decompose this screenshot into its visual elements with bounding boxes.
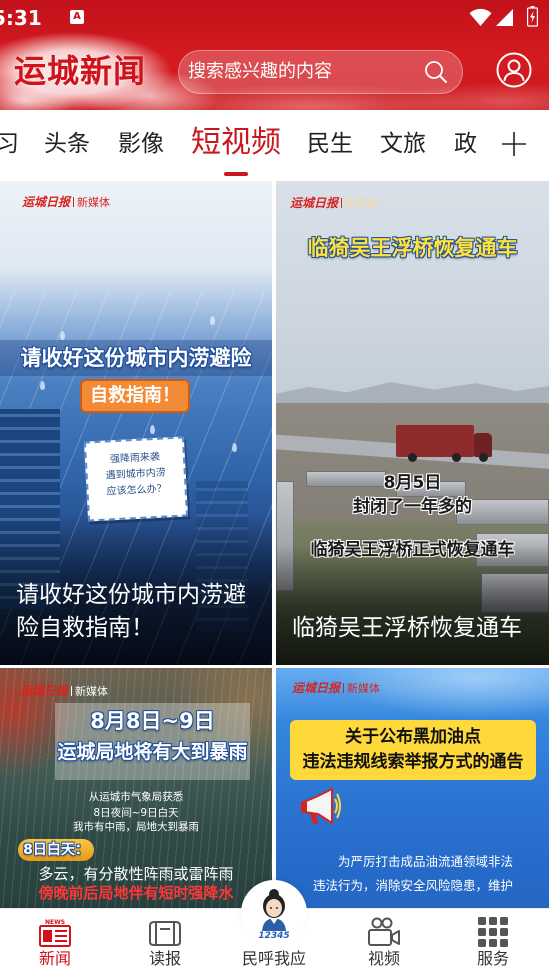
nav-label: 民呼我应 bbox=[241, 949, 306, 968]
brand-sub: 新媒体 bbox=[347, 682, 381, 695]
video-icon bbox=[368, 917, 400, 946]
notice-body-line: 违法行为，消除安全风险隐患，维护 bbox=[313, 878, 514, 893]
services-grid-icon bbox=[478, 917, 508, 947]
cover-brand: 运城日报 新媒体 bbox=[22, 194, 110, 210]
video-card[interactable]: 运城日报 新媒体 关于公布黑加油点 违法违规线索举报方式的通告 为严厉打击成品油流… bbox=[276, 668, 549, 908]
rain-drop bbox=[150, 425, 155, 434]
brand-name: 运城日报 bbox=[22, 195, 71, 209]
brand-name: 运城日报 bbox=[292, 681, 341, 695]
newspaper-icon bbox=[149, 921, 181, 946]
truck-wheel bbox=[408, 453, 417, 462]
cover-line: 8月5日 bbox=[383, 473, 442, 493]
rain-drop bbox=[60, 331, 65, 340]
app-header: 5:31 A 运城新闻 搜索感兴趣的内容 bbox=[0, 0, 549, 110]
nav-label: 新闻 bbox=[38, 949, 71, 968]
truck-wheel bbox=[452, 453, 461, 462]
wifi-icon bbox=[469, 8, 492, 26]
rain-drop bbox=[40, 381, 45, 390]
brand-separator bbox=[71, 686, 73, 696]
tab-livelihood[interactable]: 民生 bbox=[307, 131, 353, 157]
video-caption: 临猗吴王浮桥恢复通车 bbox=[292, 615, 522, 641]
cover-title-line: 关于公布黑加油点 bbox=[345, 727, 481, 747]
cover-title: 请收好这份城市内涝避险 bbox=[20, 346, 252, 370]
brand-sub: 新媒体 bbox=[345, 197, 379, 210]
nav-label: 服务 bbox=[476, 949, 509, 968]
cover-title: 临猗吴王浮桥恢复通车 bbox=[307, 236, 518, 260]
search-input[interactable]: 搜索感兴趣的内容 bbox=[188, 51, 332, 93]
app-screen: 5:31 A 运城新闻 搜索感兴趣的内容 习 头条 bbox=[0, 0, 549, 976]
app-logo: 运城新闻 bbox=[14, 52, 147, 90]
video-card[interactable]: 运城日报 新媒体 请收好这份城市内涝避险 自救指南！ 强降雨来袭 遇到城市内涝 应… bbox=[0, 181, 272, 665]
forecast-line: 我市有中雨，局地大到暴雨 bbox=[73, 821, 199, 833]
nav-item-news[interactable]: NEWS 新闻 bbox=[10, 909, 100, 976]
tab-study[interactable]: 习 bbox=[0, 131, 19, 157]
hotline-number: 12345 bbox=[258, 931, 290, 941]
forecast-warning: 傍晚前后局地伴有短时强降水 bbox=[38, 884, 234, 902]
cover-title: 8月8日~9日 bbox=[90, 709, 215, 733]
cover-subtitle: 运城局地将有大到暴雨 bbox=[57, 741, 248, 763]
active-tab-indicator bbox=[224, 172, 248, 176]
video-card[interactable]: 运城日报 新媒体 8月8日~9日 运城局地将有大到暴雨 从运城市气象局获悉 8日夜… bbox=[0, 668, 272, 908]
brand-separator bbox=[73, 197, 75, 207]
search-bar[interactable]: 搜索感兴趣的内容 bbox=[178, 50, 463, 94]
cover-title-line: 违法违规线索举报方式的通告 bbox=[302, 752, 524, 772]
brand-separator bbox=[341, 198, 343, 208]
cover-source: 从运城市气象局获悉 bbox=[88, 791, 184, 803]
notification-badge-icon: A bbox=[70, 10, 84, 24]
tab-short-video[interactable]: 短视频 bbox=[191, 126, 281, 160]
signal-icon bbox=[496, 9, 513, 26]
tab-headlines[interactable]: 头条 bbox=[44, 131, 90, 157]
caption-shade bbox=[276, 545, 549, 665]
nav-label: 读报 bbox=[148, 949, 181, 968]
cover-brand: 运城日报 新媒体 bbox=[20, 683, 108, 699]
cover-brand: 运城日报 新媒体 bbox=[290, 195, 378, 211]
forecast-line: 8日夜间~9日白天 bbox=[93, 807, 179, 819]
video-caption: 请收好这份城市内涝避险自救指南！ bbox=[16, 582, 246, 641]
news-icon: NEWS bbox=[39, 917, 71, 947]
nav-item-newspaper[interactable]: 读报 bbox=[120, 909, 210, 976]
video-card[interactable]: 运城日报新媒体 临猗吴王浮桥恢复通车 8月5日 封闭了一年多的 临猗吴王浮桥正式… bbox=[276, 181, 549, 665]
search-icon[interactable] bbox=[424, 60, 448, 84]
status-time: 5:31 bbox=[0, 6, 42, 30]
user-icon[interactable] bbox=[496, 52, 532, 88]
truck-illustration bbox=[396, 425, 474, 457]
brand-sub: 新媒体 bbox=[75, 685, 109, 698]
brand-name: 运城日报 bbox=[20, 684, 69, 698]
notice-body-line: 为严厉打击成品油流通领域非法 bbox=[338, 854, 514, 869]
day-label: 8日白天： bbox=[18, 839, 94, 861]
hotline-avatar-icon[interactable]: 12345 bbox=[241, 880, 307, 946]
brand-separator bbox=[343, 683, 345, 693]
category-tabs: 习 头条 影像 短视频 民生 文旅 政 bbox=[0, 110, 549, 181]
news-icon-text: NEWS bbox=[44, 919, 66, 926]
cover-title-box: 关于公布黑加油点 违法违规线索举报方式的通告 bbox=[290, 720, 536, 780]
tab-culture-travel[interactable]: 文旅 bbox=[380, 131, 426, 157]
megaphone-icon bbox=[301, 787, 341, 825]
truck-wheel bbox=[479, 453, 488, 462]
tab-politics[interactable]: 政 bbox=[454, 131, 477, 157]
tab-images[interactable]: 影像 bbox=[118, 131, 164, 157]
cover-note: 强降雨来袭 遇到城市内涝 应该怎么办？ bbox=[83, 436, 189, 522]
nav-item-video[interactable]: 视频 bbox=[339, 909, 429, 976]
cover-line: 封闭了一年多的 bbox=[353, 497, 472, 517]
brand-sub: 新媒体 bbox=[77, 196, 111, 209]
cover-brand: 运城日报 新媒体 bbox=[292, 680, 380, 696]
cover-sky bbox=[276, 181, 549, 403]
plus-icon[interactable] bbox=[501, 131, 527, 157]
rain-drop bbox=[210, 316, 215, 325]
cover-badge: 自救指南！ bbox=[80, 379, 190, 413]
nav-label: 视频 bbox=[367, 949, 400, 968]
rain-drop bbox=[232, 443, 237, 452]
nav-item-services[interactable]: 服务 bbox=[448, 909, 538, 976]
battery-icon bbox=[527, 6, 538, 27]
forecast-detail: 多云，有分散性阵雨或雷阵雨 bbox=[38, 865, 234, 883]
brand-name: 运城日报 bbox=[290, 196, 339, 210]
